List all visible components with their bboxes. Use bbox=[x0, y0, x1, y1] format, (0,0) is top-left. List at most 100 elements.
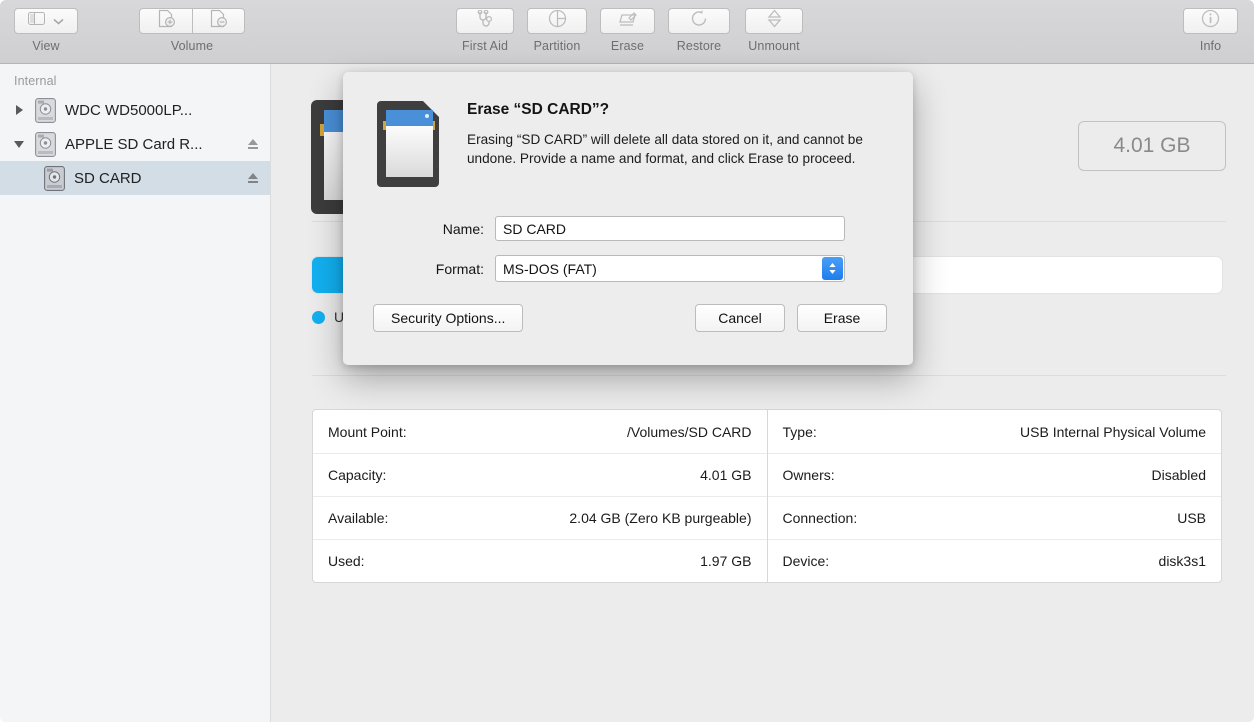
dialog-buttons: Security Options... Cancel Erase bbox=[343, 296, 913, 332]
info-button[interactable] bbox=[1183, 8, 1238, 34]
erase-icon bbox=[618, 10, 638, 33]
capacity-badge-value: 4.01 GB bbox=[1113, 134, 1191, 157]
divider-bottom bbox=[312, 375, 1226, 376]
volume-info-table: Mount Point: /Volumes/SD CARD Capacity: … bbox=[312, 409, 1222, 583]
stepper-arrows-icon[interactable] bbox=[822, 257, 843, 280]
toolbar-group-partition: Partition bbox=[527, 8, 587, 53]
sidebar-icon bbox=[28, 12, 45, 30]
sidebar: Internal WDC WD5000LP... APPLE SD Card R… bbox=[0, 64, 271, 722]
dialog-message: Erasing “SD CARD” will delete all data s… bbox=[467, 132, 863, 167]
toolbar-group-first-aid: First Aid bbox=[456, 8, 514, 53]
disk-utility-window: View Volume First Aid Partition Erase Re… bbox=[0, 0, 1254, 722]
info-value: disk3s1 bbox=[1158, 553, 1206, 569]
info-value: USB bbox=[1177, 510, 1206, 526]
erase-dialog: Erase “SD CARD”? Erasing “SD CARD” will … bbox=[343, 72, 913, 365]
disclosure-triangle-collapsed-icon[interactable] bbox=[10, 105, 28, 115]
toolbar-group-volume: Volume bbox=[139, 8, 245, 53]
sidebar-item-label: SD CARD bbox=[74, 169, 142, 187]
dialog-form: Name: SD CARD Format: MS-DOS (FAT) bbox=[343, 194, 913, 282]
drive-icon bbox=[35, 97, 56, 123]
info-key: Type: bbox=[782, 423, 817, 440]
toolbar-label-unmount: Unmount bbox=[748, 39, 800, 53]
sidebar-item-label: WDC WD5000LP... bbox=[65, 101, 193, 119]
info-row: Used: 1.97 GB bbox=[313, 539, 767, 582]
info-column-left: Mount Point: /Volumes/SD CARD Capacity: … bbox=[313, 410, 767, 582]
format-field-row: Format: MS-DOS (FAT) bbox=[343, 255, 913, 282]
dialog-text-block: Erase “SD CARD”? Erasing “SD CARD” will … bbox=[467, 97, 885, 194]
name-label: Name: bbox=[442, 220, 484, 237]
toolbar-group-restore: Restore bbox=[668, 8, 730, 53]
eject-icon[interactable] bbox=[246, 171, 260, 185]
sd-card-icon bbox=[373, 97, 445, 194]
remove-volume-button[interactable] bbox=[192, 8, 245, 34]
toolbar-label-partition: Partition bbox=[533, 39, 581, 53]
dialog-header: Erase “SD CARD”? Erasing “SD CARD” will … bbox=[343, 72, 913, 194]
info-icon bbox=[1201, 9, 1220, 33]
info-value: /Volumes/SD CARD bbox=[627, 423, 752, 440]
toolbar-label-info: Info bbox=[1199, 39, 1222, 53]
legend-color-dot bbox=[312, 310, 325, 324]
restore-icon bbox=[690, 9, 709, 33]
chevron-down-icon bbox=[53, 12, 64, 30]
info-value: 1.97 GB bbox=[700, 553, 752, 569]
sidebar-item-label: APPLE SD Card R... bbox=[65, 135, 203, 153]
unmount-button[interactable] bbox=[745, 8, 803, 34]
security-options-button[interactable]: Security Options... bbox=[373, 304, 524, 332]
name-input[interactable]: SD CARD bbox=[495, 216, 845, 241]
info-key: Available: bbox=[328, 510, 389, 526]
add-volume-button[interactable] bbox=[139, 8, 192, 34]
sidebar-item-wdc-drive[interactable]: WDC WD5000LP... bbox=[0, 93, 270, 127]
restore-button[interactable] bbox=[668, 8, 730, 34]
info-key: Mount Point: bbox=[328, 423, 407, 440]
format-select-value: MS-DOS (FAT) bbox=[503, 260, 597, 277]
toolbar-label-erase: Erase bbox=[610, 39, 645, 53]
info-row: Owners: Disabled bbox=[767, 453, 1221, 496]
info-row: Available: 2.04 GB (Zero KB purgeable) bbox=[313, 496, 767, 539]
info-value: Disabled bbox=[1151, 467, 1206, 483]
toolbar-label-volume: Volume bbox=[170, 39, 214, 53]
info-key: Used: bbox=[328, 553, 365, 569]
info-key: Connection: bbox=[782, 510, 858, 526]
partition-icon bbox=[548, 9, 567, 33]
first-aid-icon bbox=[475, 9, 495, 33]
toolbar-group-unmount: Unmount bbox=[745, 8, 803, 53]
erase-button[interactable] bbox=[600, 8, 655, 34]
disclosure-triangle-expanded-icon[interactable] bbox=[10, 140, 28, 148]
cancel-button[interactable]: Cancel bbox=[695, 304, 785, 332]
erase-confirm-button[interactable]: Erase bbox=[797, 304, 887, 332]
toolbar-group-erase: Erase bbox=[600, 8, 655, 53]
view-button[interactable] bbox=[14, 8, 78, 34]
toolbar: View Volume First Aid Partition Erase Re… bbox=[0, 0, 1254, 64]
unmount-icon bbox=[767, 9, 782, 33]
info-key: Owners: bbox=[782, 467, 835, 483]
info-row: Mount Point: /Volumes/SD CARD bbox=[313, 410, 767, 453]
drive-icon bbox=[35, 131, 56, 157]
toolbar-label-first-aid: First Aid bbox=[461, 39, 509, 53]
sidebar-item-sd-card[interactable]: SD CARD bbox=[0, 161, 270, 195]
info-row: Type: USB Internal Physical Volume bbox=[768, 410, 1222, 453]
remove-volume-icon bbox=[209, 9, 228, 33]
sidebar-section-header: Internal bbox=[14, 74, 57, 88]
info-key: Device: bbox=[782, 553, 830, 569]
dialog-title: Erase “SD CARD”? bbox=[467, 101, 610, 118]
add-volume-icon bbox=[157, 9, 176, 33]
toolbar-label-view: View bbox=[32, 39, 60, 53]
name-field-row: Name: SD CARD bbox=[343, 216, 913, 241]
toolbar-label-restore: Restore bbox=[676, 39, 722, 53]
info-row: Capacity: 4.01 GB bbox=[313, 453, 767, 496]
info-key: Capacity: bbox=[328, 467, 387, 483]
info-row: Device: disk3s1 bbox=[767, 539, 1221, 582]
partition-button[interactable] bbox=[527, 8, 587, 34]
info-column-right: Type: USB Internal Physical Volume Owner… bbox=[766, 410, 1222, 582]
format-select[interactable]: MS-DOS (FAT) bbox=[495, 255, 845, 282]
first-aid-button[interactable] bbox=[456, 8, 514, 34]
sidebar-item-apple-sd-card-reader[interactable]: APPLE SD Card R... bbox=[0, 127, 270, 161]
eject-icon[interactable] bbox=[246, 137, 260, 151]
format-label: Format: bbox=[435, 260, 484, 277]
volume-icon bbox=[44, 165, 65, 191]
info-value: 2.04 GB (Zero KB purgeable) bbox=[569, 510, 752, 526]
toolbar-group-view: View bbox=[14, 8, 78, 53]
capacity-badge: 4.01 GB bbox=[1078, 121, 1226, 171]
info-value: USB Internal Physical Volume bbox=[1020, 423, 1206, 440]
toolbar-group-info: Info bbox=[1183, 8, 1238, 53]
